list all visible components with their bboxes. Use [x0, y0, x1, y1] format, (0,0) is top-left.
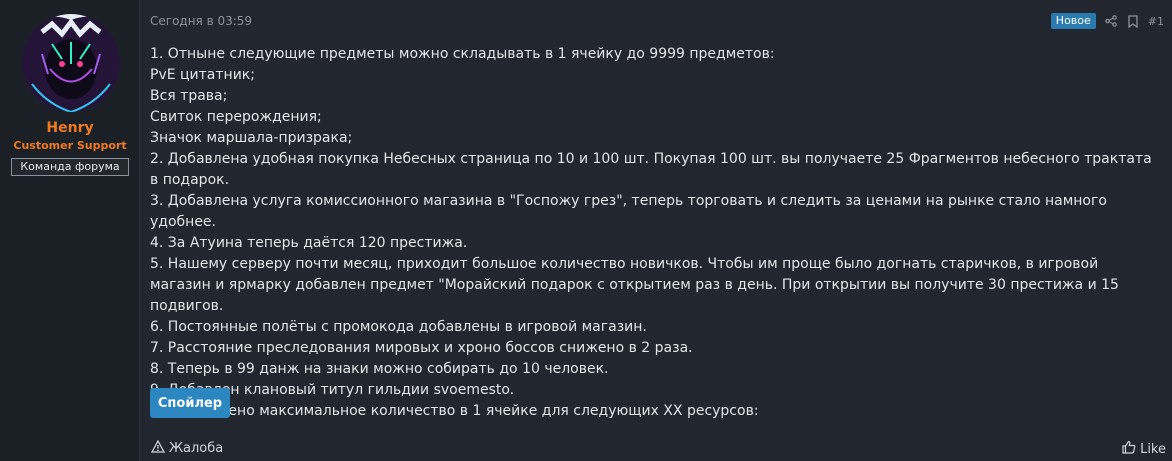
- report-label: Жалоба: [169, 441, 224, 456]
- content-line: Свиток перерождения;: [150, 109, 322, 125]
- username[interactable]: Henry: [0, 120, 140, 136]
- user-panel: Henry Customer Support Команда форума: [0, 0, 140, 461]
- content-line: 1. Отныне следующие предметы можно склад…: [150, 46, 775, 62]
- content-line: 9. Добавлен клановый титул гильдии svoem…: [150, 382, 515, 398]
- content-line: Вся трава;: [150, 88, 228, 104]
- post-attribution: Новое #1: [1050, 13, 1164, 29]
- post-main: Сегодня в 03:59 Новое #1 1. Отныне следу…: [140, 0, 1172, 461]
- content-line: 5. Нашему серверу почти месяц, приходит …: [150, 256, 1119, 314]
- post-content: 1. Отныне следующие предметы можно склад…: [150, 44, 1160, 422]
- avatar[interactable]: [22, 14, 120, 112]
- forum-post: Henry Customer Support Команда форума Се…: [0, 0, 1172, 461]
- content-line: 7. Расстояние преследования мировых и хр…: [150, 340, 693, 356]
- new-badge: Новое: [1050, 13, 1096, 29]
- content-line: 8. Теперь в 99 данж на знаки можно собир…: [150, 361, 609, 377]
- spoiler-button[interactable]: Спойлер: [150, 388, 230, 418]
- content-line: Значок маршала-призрака;: [150, 130, 353, 146]
- post-date[interactable]: Сегодня в 03:59: [150, 14, 252, 28]
- content-line: 2. Добавлена удобная покупка Небесных ст…: [150, 151, 1152, 188]
- content-line: 4. За Атуина теперь даётся 120 престижа.: [150, 235, 468, 251]
- thumbs-up-icon: [1122, 440, 1136, 458]
- post-number[interactable]: #1: [1148, 15, 1164, 28]
- content-line: PvE цитатник;: [150, 67, 255, 83]
- like-label: Like: [1140, 441, 1166, 457]
- content-line: 3. Добавлена услуга комиссионного магази…: [150, 193, 1107, 230]
- report-link[interactable]: Жалоба: [150, 439, 224, 457]
- share-icon[interactable]: [1104, 14, 1118, 28]
- content-line: 6. Постоянные полёты с промокода добавле…: [150, 319, 647, 335]
- user-title: Customer Support: [13, 139, 127, 152]
- like-button[interactable]: Like: [1122, 440, 1166, 458]
- bookmark-icon[interactable]: [1126, 14, 1140, 28]
- content-line: 10. Увеличено максимальное количество в …: [150, 403, 759, 419]
- user-banner: Команда форума: [11, 158, 129, 176]
- warning-icon: [150, 439, 166, 457]
